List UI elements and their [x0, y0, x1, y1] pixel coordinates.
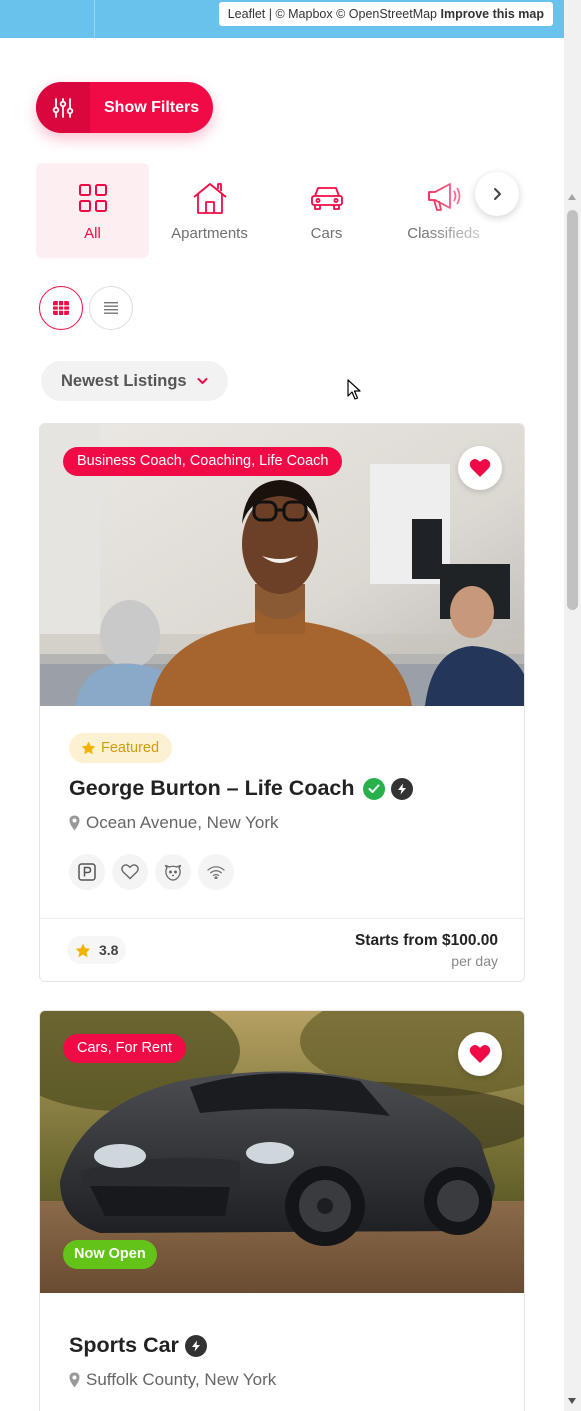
- heart-icon: [469, 459, 491, 477]
- scroll-thumb[interactable]: [567, 210, 578, 610]
- listing-category-tag[interactable]: Cars, For Rent: [63, 1034, 187, 1063]
- price-unit: per day: [451, 953, 498, 969]
- list-icon: [104, 302, 118, 314]
- instant-booking-bolt-icon: [390, 777, 413, 800]
- scroll-down-arrow-icon[interactable]: [568, 1398, 576, 1404]
- category-next-button[interactable]: [475, 172, 519, 216]
- category-label: Apartments: [171, 225, 248, 242]
- listing-title-text[interactable]: George Burton – Life Coach: [69, 776, 355, 801]
- grid-view-button[interactable]: [39, 286, 83, 330]
- parking-icon: [78, 863, 96, 881]
- pet-icon: [164, 864, 182, 881]
- listing-location: Ocean Avenue, New York: [69, 813, 279, 833]
- car-icon: [310, 187, 343, 210]
- show-filters-label: Show Filters: [104, 98, 200, 116]
- now-open-badge: Now Open: [63, 1240, 157, 1269]
- attribution-text: | © Mapbox © OpenStreetMap: [265, 7, 441, 21]
- listing-location-text: Ocean Avenue, New York: [86, 813, 279, 832]
- list-view-button[interactable]: [89, 286, 133, 330]
- bookmark-button[interactable]: [458, 1032, 502, 1076]
- bookmark-button[interactable]: [458, 446, 502, 490]
- map-pin-icon: [69, 1372, 80, 1388]
- category-label: All: [84, 225, 101, 242]
- featured-badge: Featured: [69, 733, 173, 763]
- listing-card[interactable]: Business Coach, Coaching, Life Coach Fea…: [39, 423, 525, 982]
- category-cars[interactable]: Cars: [270, 163, 383, 258]
- listing-category-tag[interactable]: Business Coach, Coaching, Life Coach: [63, 447, 343, 476]
- chevron-down-icon: [197, 378, 208, 384]
- chevron-right-icon: [494, 188, 501, 200]
- featured-label: Featured: [101, 740, 160, 756]
- sliders-icon: [36, 82, 90, 133]
- category-label: Cars: [310, 225, 343, 242]
- listing-title-text[interactable]: Sports Car: [69, 1333, 179, 1358]
- wifi-icon: [207, 866, 225, 879]
- star-icon: [75, 943, 91, 957]
- amenity-parking: [69, 854, 105, 890]
- map-pin-icon: [69, 815, 80, 831]
- listing-card[interactable]: Cars, For Rent Now Open Sports Car Suffo…: [39, 1010, 525, 1411]
- map-attribution: Leaflet | © Mapbox © OpenStreetMap Impro…: [218, 2, 553, 26]
- card-divider: [40, 918, 524, 919]
- show-filters-button[interactable]: Show Filters: [36, 82, 213, 133]
- category-all[interactable]: All: [36, 163, 149, 258]
- star-icon: [81, 741, 96, 755]
- rating-badge: 3.8: [67, 936, 127, 964]
- amenity-wifi: [198, 854, 234, 890]
- attribution-leaflet-link[interactable]: Leaflet: [228, 7, 266, 21]
- category-apartments[interactable]: Apartments: [153, 163, 266, 258]
- listing-title[interactable]: George Burton – Life Coach: [69, 776, 413, 801]
- scroll-up-arrow-icon[interactable]: [568, 194, 576, 200]
- listing-title[interactable]: Sports Car: [69, 1333, 207, 1358]
- listing-price: Starts from $100.00 per day: [355, 932, 498, 969]
- instant-booking-bolt-icon: [184, 1334, 207, 1357]
- grid-icon: [78, 184, 107, 212]
- rating-value: 3.8: [99, 942, 119, 958]
- amenity-pets: [155, 854, 191, 890]
- price-value: Starts from $100.00: [354, 932, 498, 949]
- map-divider: [94, 0, 95, 38]
- heart-icon: [469, 1045, 491, 1063]
- listing-location: Suffolk County, New York: [69, 1370, 276, 1390]
- verified-check-icon: [362, 777, 385, 800]
- sort-dropdown[interactable]: Newest Listings: [41, 361, 228, 401]
- mouse-cursor-icon: [347, 379, 361, 400]
- listing-location-text: Suffolk County, New York: [86, 1370, 277, 1389]
- map-strip[interactable]: Leaflet | © Mapbox © OpenStreetMap Impro…: [0, 0, 564, 38]
- heart-outline-icon: [121, 864, 139, 880]
- improve-map-link[interactable]: Improve this map: [441, 7, 545, 21]
- house-icon: [192, 183, 227, 214]
- grid-table-icon: [53, 301, 69, 315]
- amenity-favorite: [112, 854, 148, 890]
- sort-selected-label: Newest Listings: [61, 371, 187, 390]
